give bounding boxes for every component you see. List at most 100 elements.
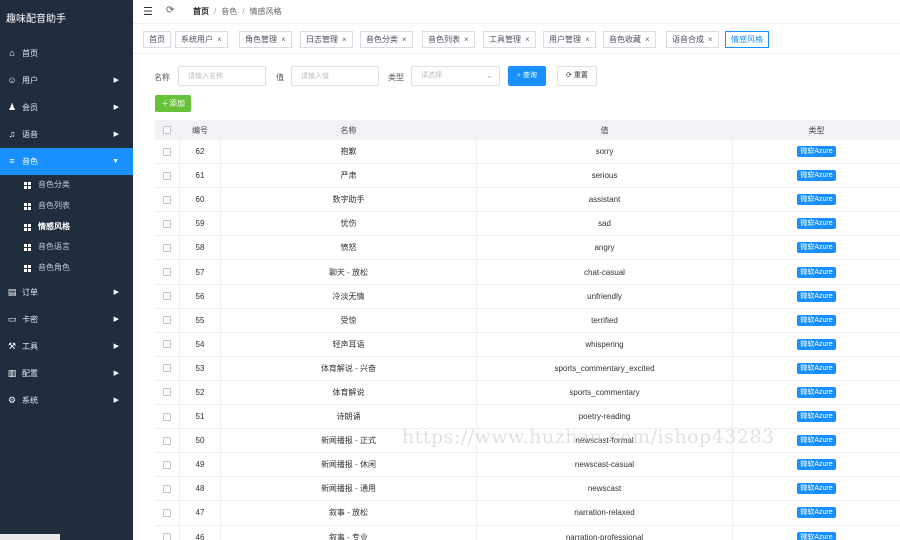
cell-type: 微软Azure: [733, 236, 900, 259]
cell-value: newscast: [477, 477, 733, 501]
grid-icon: [24, 202, 32, 211]
tag-3[interactable]: 日志管理 ×: [300, 31, 353, 48]
tag-8[interactable]: 音色收藏 ×: [603, 31, 656, 48]
row-checkbox[interactable]: [163, 388, 171, 397]
submenu-item-1[interactable]: 音色列表: [0, 196, 133, 217]
row-checkbox[interactable]: [163, 147, 171, 156]
type-badge: 微软Azure: [797, 411, 836, 423]
row-checkbox[interactable]: [163, 533, 171, 540]
cell-id: 53: [180, 356, 221, 380]
row-checkbox-cell: [155, 453, 180, 477]
reset-button[interactable]: ⟳ 重置: [557, 66, 597, 86]
add-button[interactable]: ＋添加: [155, 95, 191, 112]
table-row[interactable]: 55 受惊 terrified 微软Azure: [155, 308, 900, 333]
tag-label: 工具管理: [489, 35, 521, 44]
row-checkbox[interactable]: [163, 243, 171, 252]
close-icon[interactable]: ×: [585, 35, 590, 44]
sidebar-item-label: 会员: [22, 103, 38, 112]
row-checkbox[interactable]: [163, 436, 171, 445]
type-select[interactable]: 请选择 ⌄: [411, 66, 500, 86]
submenu-item-0[interactable]: 音色分类: [0, 175, 133, 196]
tag-5[interactable]: 音色列表 ×: [422, 31, 475, 48]
table-row[interactable]: 58 愤怒 angry 微软Azure: [155, 236, 900, 261]
close-icon[interactable]: ×: [281, 35, 286, 44]
row-checkbox[interactable]: [163, 412, 171, 421]
cell-name: 聊天 - 放松: [221, 260, 477, 284]
sidebar-item-lower-4[interactable]: ⚙ 系统 ▶: [0, 387, 133, 414]
table-row[interactable]: 52 体育解说 sports_commentary 微软Azure: [155, 380, 900, 406]
breadcrumb-item-voice[interactable]: 音色: [221, 7, 237, 16]
select-all-checkbox[interactable]: [163, 126, 171, 134]
table-row[interactable]: 53 体育解说 - 兴奋 sports_commentary_excited 微软Az…: [155, 356, 900, 381]
breadcrumb-item-home[interactable]: 首页: [193, 7, 209, 16]
close-icon[interactable]: ×: [645, 35, 650, 44]
row-checkbox[interactable]: [163, 268, 171, 277]
cell-name: 冷淡无情: [221, 284, 477, 308]
tag-0[interactable]: 首页: [143, 31, 171, 48]
tag-9[interactable]: 语音合成 ×: [666, 31, 719, 48]
sidebar-item-3[interactable]: ♫ 语音 ▶: [0, 121, 133, 148]
row-checkbox[interactable]: [163, 292, 171, 301]
name-input[interactable]: [178, 66, 266, 86]
table-row[interactable]: 50 新闻播报 - 正式 newscast-formal 微软Azure: [155, 429, 900, 454]
cell-value: sorry: [477, 140, 733, 164]
row-checkbox[interactable]: [163, 171, 171, 180]
tag-10[interactable]: 情感风格: [725, 31, 769, 48]
cell-name: 严肃: [221, 164, 477, 188]
table-row[interactable]: 54 轻声耳语 whispering 微软Azure: [155, 332, 900, 357]
table-row[interactable]: 49 新闻播报 - 休闲 newscast-casual 微软Azure: [155, 453, 900, 478]
tag-4[interactable]: 音色分类 ×: [360, 31, 413, 48]
close-icon[interactable]: ×: [342, 35, 347, 44]
cell-name: 抱歉: [221, 140, 477, 164]
submenu-item-4[interactable]: 音色角色: [0, 258, 133, 279]
tag-6[interactable]: 工具管理 ×: [483, 31, 536, 48]
table-row[interactable]: 56 冷淡无情 unfriendly 微软Azure: [155, 284, 900, 309]
submenu-item-3[interactable]: 音色语言: [0, 237, 133, 258]
row-checkbox[interactable]: [163, 340, 171, 349]
table-row[interactable]: 47 叙事 - 放松 narration-relaxed 微软Azure: [155, 501, 900, 526]
table-row[interactable]: 48 新闻播报 - 通用 newscast 微软Azure: [155, 477, 900, 502]
row-checkbox[interactable]: [163, 460, 171, 469]
row-checkbox[interactable]: [163, 508, 171, 517]
column-header-name[interactable]: 名称: [221, 120, 477, 140]
sidebar-item-lower-0[interactable]: ▤ 订单 ▶: [0, 279, 133, 306]
row-checkbox[interactable]: [163, 195, 171, 204]
value-input[interactable]: [291, 66, 379, 86]
table-row[interactable]: 60 数字助手 assistant 微软Azure: [155, 188, 900, 213]
sidebar-item-2[interactable]: ♟ 会员 ▶: [0, 94, 133, 121]
cell-type: 微软Azure: [733, 188, 900, 211]
cell-type: 微软Azure: [733, 285, 900, 308]
tag-label: 用户管理: [549, 35, 581, 44]
tag-1[interactable]: 系统用户 ×: [175, 31, 228, 48]
column-header-id[interactable]: 编号: [180, 120, 221, 140]
table-row[interactable]: 59 忧伤 sad 微软Azure: [155, 212, 900, 237]
row-checkbox[interactable]: [163, 484, 171, 493]
search-button[interactable]: ⌕ 查询: [508, 66, 546, 86]
row-checkbox[interactable]: [163, 316, 171, 325]
close-icon[interactable]: ×: [217, 35, 222, 44]
row-checkbox[interactable]: [163, 364, 171, 373]
column-header-value[interactable]: 值: [477, 120, 733, 140]
table-row[interactable]: 51 诗朗诵 poetry-reading 微软Azure: [155, 405, 900, 430]
sidebar-item-4[interactable]: ≡ 音色 ▼: [0, 148, 133, 175]
hamburger-menu-icon[interactable]: ☰: [143, 5, 153, 18]
submenu-item-2[interactable]: 情感风格: [0, 217, 133, 238]
sidebar-item-0[interactable]: ⌂ 首页: [0, 40, 133, 67]
sidebar-item-lower-1[interactable]: ▭ 卡密 ▶: [0, 306, 133, 333]
tag-2[interactable]: 角色管理 ×: [239, 31, 292, 48]
close-icon[interactable]: ×: [464, 35, 469, 44]
table-row[interactable]: 62 抱歉 sorry 微软Azure: [155, 140, 900, 165]
row-checkbox[interactable]: [163, 219, 171, 228]
close-icon[interactable]: ×: [708, 35, 713, 44]
column-header-type[interactable]: 类型: [733, 120, 900, 140]
refresh-icon[interactable]: ⟳: [166, 5, 174, 16]
table-row[interactable]: 61 严肃 serious 微软Azure: [155, 164, 900, 189]
close-icon[interactable]: ×: [525, 35, 530, 44]
tag-7[interactable]: 用户管理 ×: [543, 31, 596, 48]
table-row[interactable]: 46 叙事 - 专业 narration-professional 微软Azure: [155, 525, 900, 540]
table-row[interactable]: 57 聊天 - 放松 chat-casual 微软Azure: [155, 260, 900, 285]
sidebar-item-lower-2[interactable]: ⚒ 工具 ▶: [0, 333, 133, 360]
close-icon[interactable]: ×: [402, 35, 407, 44]
sidebar-item-lower-3[interactable]: ▥ 配置 ▶: [0, 360, 133, 387]
sidebar-item-1[interactable]: ☺ 用户 ▶: [0, 67, 133, 94]
